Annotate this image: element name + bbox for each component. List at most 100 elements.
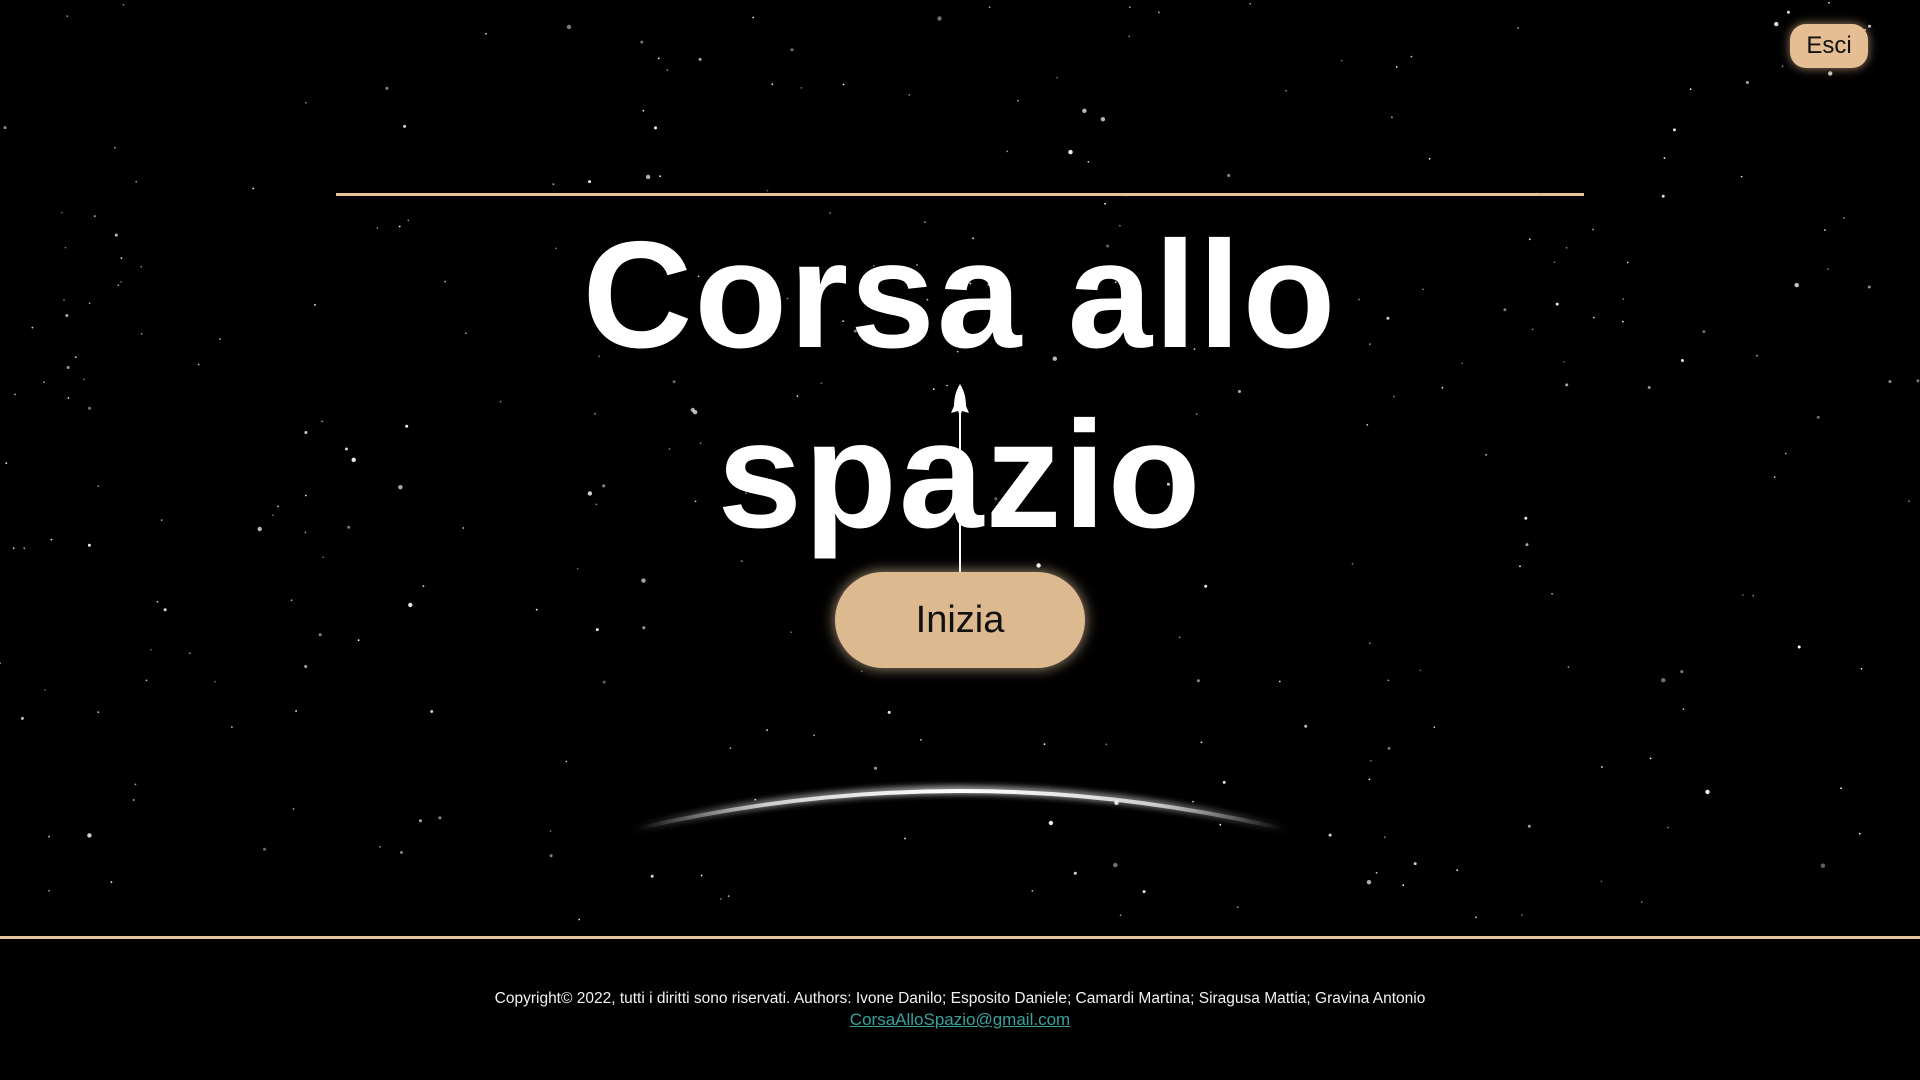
star [12,547,15,550]
star [3,126,7,130]
star [140,265,143,268]
star [1031,890,1034,892]
exit-button[interactable]: Esci [1790,24,1868,68]
star [666,69,669,71]
star [642,109,645,112]
star [1773,476,1776,478]
star [160,519,163,521]
star [1781,65,1784,68]
star [1368,778,1371,781]
star [1858,832,1861,835]
email-link[interactable]: CorsaAlloSpazio@gmail.com [850,1010,1070,1029]
star [117,284,120,286]
star [263,847,266,851]
star [66,15,69,17]
star [1843,217,1845,219]
star [1702,330,1706,334]
star [1601,766,1603,768]
star [438,816,442,820]
star [1413,862,1417,866]
star [1622,298,1625,300]
star [197,363,200,366]
star [23,547,26,550]
star [1680,670,1684,674]
star [800,87,803,89]
star [1647,386,1651,389]
star [135,180,138,183]
star [1082,108,1087,114]
star [1521,914,1523,916]
star [219,338,222,340]
star [1128,35,1131,38]
star [292,808,295,810]
star [766,729,768,731]
star [752,16,755,19]
star [1236,906,1239,908]
star [1640,901,1643,903]
star [97,485,100,488]
star [1797,645,1801,649]
star [1196,679,1200,683]
star [1391,116,1393,119]
star [937,16,942,21]
star [1916,379,1920,383]
star [1419,669,1422,672]
star [1113,862,1118,868]
star [114,146,116,149]
star [1661,678,1666,683]
star [163,608,167,612]
star [1410,55,1413,58]
star [110,881,113,883]
star [304,665,308,668]
star [1527,824,1531,828]
star [150,648,152,651]
star [654,126,657,130]
star [1249,2,1252,5]
star [304,431,308,434]
star [1142,890,1146,894]
star [1663,157,1666,160]
star [1672,128,1676,132]
star [729,747,732,750]
star [1395,66,1398,68]
star [1622,320,1624,323]
star [700,874,703,877]
star [576,567,579,570]
star [1592,228,1594,231]
star [114,233,118,237]
star [1056,76,1059,79]
star [1087,160,1090,163]
star [860,670,863,673]
star [1908,500,1910,503]
star [1592,316,1595,319]
star [87,833,92,838]
star [1740,175,1743,178]
star [214,680,217,683]
star [1680,359,1684,362]
star [1888,380,1892,384]
star [920,739,922,741]
star [87,543,91,547]
star [322,556,325,559]
star [578,918,581,921]
start-button[interactable]: Inizia [835,572,1085,668]
star [1278,680,1281,683]
star [566,24,572,30]
star [1456,869,1459,871]
star [1867,285,1871,289]
star [134,783,137,786]
star [588,180,592,184]
star [565,760,568,763]
star [698,57,702,61]
star [1752,594,1755,597]
star [1119,914,1122,917]
star [252,187,255,190]
star [88,302,91,305]
star [379,846,381,848]
star [1828,1,1830,4]
star [88,406,91,410]
star [1375,871,1378,874]
star [1774,21,1779,27]
star [97,711,100,714]
star [1868,24,1871,28]
